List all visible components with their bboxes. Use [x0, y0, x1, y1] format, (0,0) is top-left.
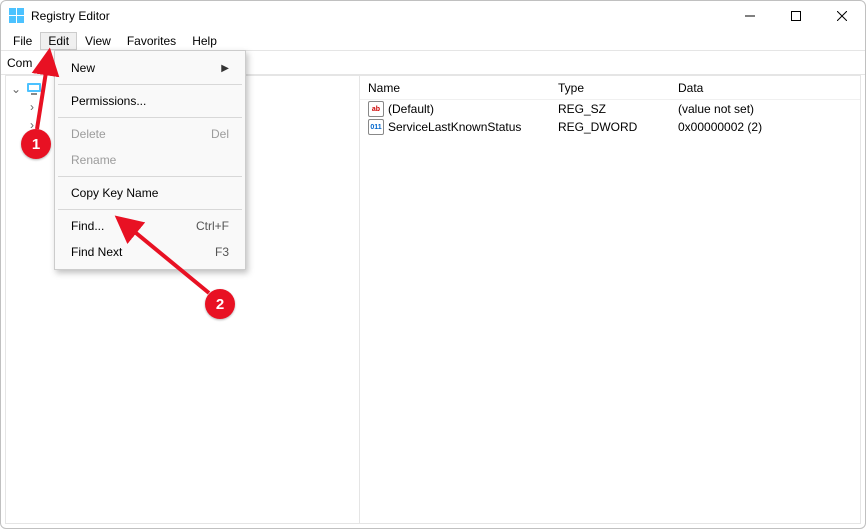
column-header-name[interactable]: Name	[360, 81, 550, 95]
menu-shortcut: F3	[215, 245, 229, 259]
menu-separator	[58, 176, 242, 177]
list-row[interactable]: ab (Default) REG_SZ(value not set)	[360, 100, 860, 118]
titlebar: Registry Editor	[1, 1, 865, 31]
value-data: (value not set)	[670, 102, 860, 116]
menu-favorites[interactable]: Favorites	[119, 32, 184, 50]
menu-item-rename: Rename	[57, 147, 243, 173]
value-name: (Default)	[388, 102, 434, 116]
menu-item-find-next[interactable]: Find Next F3	[57, 239, 243, 265]
expand-collapsed-icon[interactable]: ›	[26, 100, 38, 114]
menu-item-label: Find...	[71, 219, 104, 233]
window-title: Registry Editor	[31, 9, 727, 23]
computer-icon	[26, 81, 42, 97]
menu-item-new[interactable]: New ▶	[57, 55, 243, 81]
menu-item-copy-key-name[interactable]: Copy Key Name	[57, 180, 243, 206]
value-dw-icon: 011	[368, 119, 384, 135]
menu-item-permissions[interactable]: Permissions...	[57, 88, 243, 114]
list-view[interactable]: Name Type Data ab (Default) REG_SZ(value n…	[360, 75, 861, 524]
menu-edit[interactable]: Edit	[40, 32, 77, 50]
edit-dropdown-menu: New ▶ Permissions... Delete Del Rename C…	[54, 50, 246, 270]
menu-separator	[58, 209, 242, 210]
column-header-data[interactable]: Data	[670, 81, 860, 95]
menu-item-label: New	[71, 61, 95, 75]
maximize-button[interactable]	[773, 1, 819, 31]
menu-view[interactable]: View	[77, 32, 119, 50]
value-type: REG_DWORD	[550, 120, 670, 134]
window-controls	[727, 1, 865, 31]
menu-item-delete: Delete Del	[57, 121, 243, 147]
column-header-type[interactable]: Type	[550, 81, 670, 95]
menu-item-find[interactable]: Find... Ctrl+F	[57, 213, 243, 239]
address-text: Com	[7, 56, 32, 70]
close-button[interactable]	[819, 1, 865, 31]
menubar: File Edit View Favorites Help	[1, 31, 865, 51]
expand-collapsed-icon[interactable]: ›	[26, 118, 38, 132]
menu-item-label: Copy Key Name	[71, 186, 158, 200]
value-sz-icon: ab	[368, 101, 384, 117]
menu-separator	[58, 84, 242, 85]
menu-item-label: Rename	[71, 153, 116, 167]
menu-separator	[58, 117, 242, 118]
menu-item-label: Delete	[71, 127, 106, 141]
submenu-arrow-icon: ▶	[221, 63, 229, 74]
menu-help[interactable]: Help	[184, 32, 225, 50]
list-row[interactable]: 011 ServiceLastKnownStatus REG_DWORD0x0000…	[360, 118, 860, 136]
menu-shortcut: Del	[211, 127, 229, 141]
menu-shortcut: Ctrl+F	[196, 219, 229, 233]
menu-item-label: Permissions...	[71, 94, 146, 108]
minimize-button[interactable]	[727, 1, 773, 31]
menu-item-label: Find Next	[71, 245, 122, 259]
app-icon	[9, 8, 25, 24]
list-header: Name Type Data	[360, 76, 860, 100]
menu-file[interactable]: File	[5, 32, 40, 50]
value-data: 0x00000002 (2)	[670, 120, 860, 134]
value-type: REG_SZ	[550, 102, 670, 116]
value-name: ServiceLastKnownStatus	[388, 120, 521, 134]
expand-icon[interactable]: ⌄	[10, 82, 22, 96]
